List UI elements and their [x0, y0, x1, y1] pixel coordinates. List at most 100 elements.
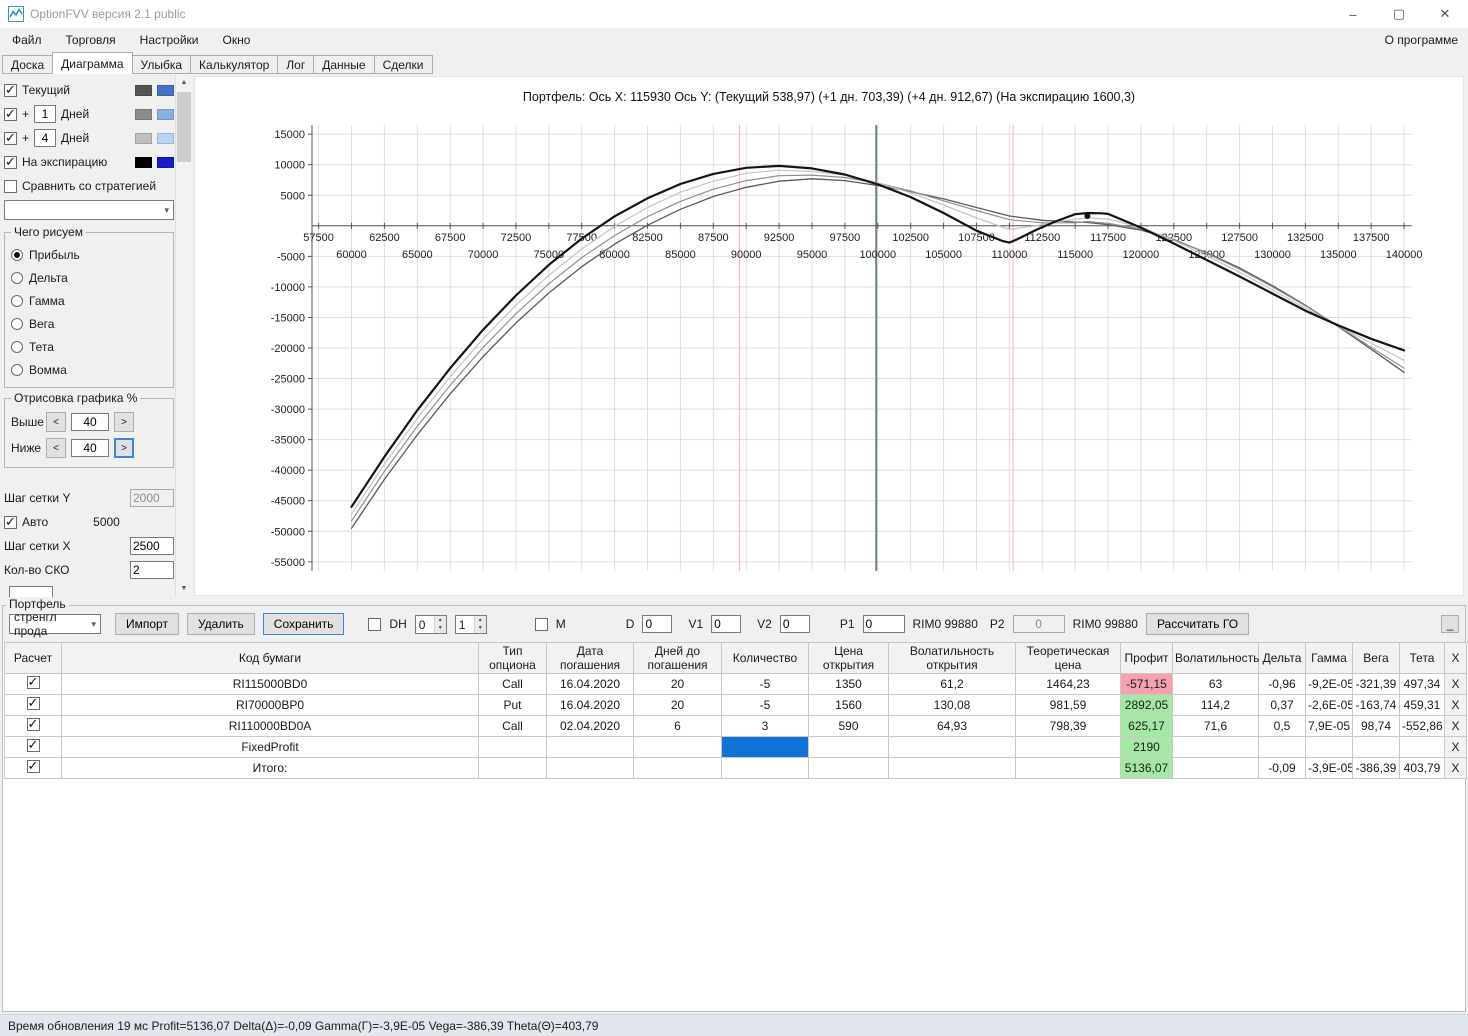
cell-profit[interactable]: 5136,07	[1120, 757, 1173, 779]
cell-expiry[interactable]	[546, 736, 634, 758]
dh-spinner-2[interactable]: 1 ▲ ▼	[454, 614, 487, 634]
cell-vol[interactable]: 71,6	[1172, 715, 1259, 737]
tab-6[interactable]: Сделки	[373, 55, 433, 74]
sko-count-input[interactable]	[130, 561, 174, 579]
plus1-days-input[interactable]	[34, 105, 57, 123]
below-increase-button[interactable]: >	[114, 438, 134, 458]
strategy-select[interactable]: стренгл прода ▾	[9, 610, 101, 638]
tab-3[interactable]: Калькулятор	[190, 55, 279, 74]
cell-theta[interactable]: -552,86	[1399, 715, 1445, 737]
tab-4[interactable]: Лог	[277, 55, 315, 74]
cell-theor[interactable]	[1015, 736, 1121, 758]
spin-down-icon[interactable]: ▼	[474, 624, 486, 633]
menu-item-2[interactable]: Настройки	[128, 30, 211, 50]
cell-profit[interactable]: 2892,05	[1120, 694, 1173, 716]
menu-item-3[interactable]: Окно	[211, 30, 263, 50]
cell-theor[interactable]: 1464,23	[1015, 673, 1121, 695]
cell-open_price[interactable]: 590	[808, 715, 889, 737]
p1-input[interactable]	[862, 615, 905, 633]
cell-days[interactable]	[633, 757, 722, 779]
dh-spinner-1[interactable]: 0 ▲ ▼	[414, 614, 447, 634]
column-header-4[interactable]: Дней до погашения	[633, 642, 722, 674]
cell-delta[interactable]: -0,96	[1258, 673, 1306, 695]
expiration-color1-swatch[interactable]	[135, 156, 152, 168]
row-check-cell[interactable]	[4, 736, 62, 758]
cell-days[interactable]: 6	[633, 715, 722, 737]
row-close-button[interactable]: X	[1444, 757, 1467, 779]
calc-go-button[interactable]: Рассчитать ГО	[1145, 613, 1250, 635]
cell-profit[interactable]: 2190	[1120, 736, 1173, 758]
cell-code[interactable]: Итого:	[61, 757, 479, 779]
spin-up-icon[interactable]: ▲	[434, 615, 446, 624]
cell-theor[interactable]: 798,39	[1015, 715, 1121, 737]
import-button[interactable]: Импорт	[115, 613, 179, 635]
cell-type[interactable]: Call	[478, 673, 547, 695]
cell-expiry[interactable]: 02.04.2020	[546, 715, 634, 737]
auto-grid-checkbox[interactable]	[4, 514, 17, 530]
row-check-cell[interactable]	[4, 673, 62, 695]
row-close-button[interactable]: X	[1444, 694, 1467, 716]
column-header-7[interactable]: Волатильность открытия	[888, 642, 1016, 674]
cell-open_vol[interactable]: 61,2	[888, 673, 1016, 695]
save-button[interactable]: Сохранить	[262, 613, 345, 635]
scroll-thumb[interactable]	[177, 92, 191, 162]
cell-code[interactable]: FixedProfit	[61, 736, 479, 758]
cell-qty[interactable]	[721, 736, 809, 758]
draw-option-radio-1[interactable]	[11, 271, 23, 284]
below-input[interactable]	[71, 439, 109, 457]
cell-gamma[interactable]	[1305, 736, 1353, 758]
plus1-checkbox[interactable]	[4, 106, 17, 122]
cell-code[interactable]: RI70000BP0	[61, 694, 479, 716]
column-header-11[interactable]: Дельта	[1258, 642, 1306, 674]
scroll-up-icon[interactable]: ▲	[176, 74, 192, 91]
close-icon[interactable]: ✕	[1422, 0, 1468, 28]
chart-plot[interactable]: 15000 10000 5000 -5000 -10000 -15000 -20000 -25…	[195, 77, 1465, 597]
cell-expiry[interactable]: 16.04.2020	[546, 694, 634, 716]
plus4-color2-swatch[interactable]	[157, 132, 174, 144]
cell-vega[interactable]: -386,39	[1352, 757, 1400, 779]
column-header-9[interactable]: Профит	[1120, 642, 1173, 674]
cell-vol[interactable]	[1172, 736, 1259, 758]
row-close-button[interactable]: X	[1444, 736, 1467, 758]
cell-code[interactable]: RI115000BD0	[61, 673, 479, 695]
column-header-3[interactable]: Дата погашения	[546, 642, 634, 674]
cell-qty[interactable]: 3	[721, 715, 809, 737]
cell-gamma[interactable]: -3,9E-05	[1305, 757, 1353, 779]
above-decrease-button[interactable]: <	[46, 412, 66, 432]
tab-1[interactable]: Диаграмма	[52, 52, 133, 74]
maximize-icon[interactable]: ▢	[1376, 0, 1422, 28]
panel-minimize-button[interactable]: _	[1441, 615, 1459, 633]
cell-delta[interactable]: -0,09	[1258, 757, 1306, 779]
cell-vol[interactable]	[1172, 757, 1259, 779]
cell-theta[interactable]: 403,79	[1399, 757, 1445, 779]
expiration-color2-swatch[interactable]	[157, 156, 174, 168]
menu-item-0[interactable]: Файл	[0, 30, 54, 50]
expiration-checkbox[interactable]	[4, 154, 17, 170]
cell-delta[interactable]: 0,5	[1258, 715, 1306, 737]
cell-type[interactable]	[478, 757, 547, 779]
cell-delta[interactable]	[1258, 736, 1306, 758]
tab-2[interactable]: Улыбка	[131, 55, 192, 74]
cell-qty[interactable]: -5	[721, 673, 809, 695]
draw-option-radio-3[interactable]	[11, 317, 23, 330]
column-header-2[interactable]: Тип опциона	[478, 642, 547, 674]
cell-type[interactable]: Put	[478, 694, 547, 716]
below-decrease-button[interactable]: <	[46, 438, 66, 458]
cell-vol[interactable]: 63	[1172, 673, 1259, 695]
cell-profit[interactable]: 625,17	[1120, 715, 1173, 737]
tab-0[interactable]: Доска	[2, 55, 54, 74]
cell-open_price[interactable]	[808, 757, 889, 779]
cell-vega[interactable]: -321,39	[1352, 673, 1400, 695]
cell-open_price[interactable]	[808, 736, 889, 758]
spin-down-icon[interactable]: ▼	[434, 624, 446, 633]
cell-open_price[interactable]: 1560	[808, 694, 889, 716]
draw-option-radio-0[interactable]	[11, 248, 23, 261]
cell-expiry[interactable]: 16.04.2020	[546, 673, 634, 695]
compare-strategy-select[interactable]: ▾	[4, 200, 174, 220]
column-header-8[interactable]: Теоретическая цена	[1015, 642, 1121, 674]
row-checkbox[interactable]	[26, 675, 40, 690]
row-checkbox[interactable]	[26, 738, 40, 753]
cell-type[interactable]: Call	[478, 715, 547, 737]
draw-option-radio-2[interactable]	[11, 294, 23, 307]
row-checkbox[interactable]	[26, 717, 40, 732]
